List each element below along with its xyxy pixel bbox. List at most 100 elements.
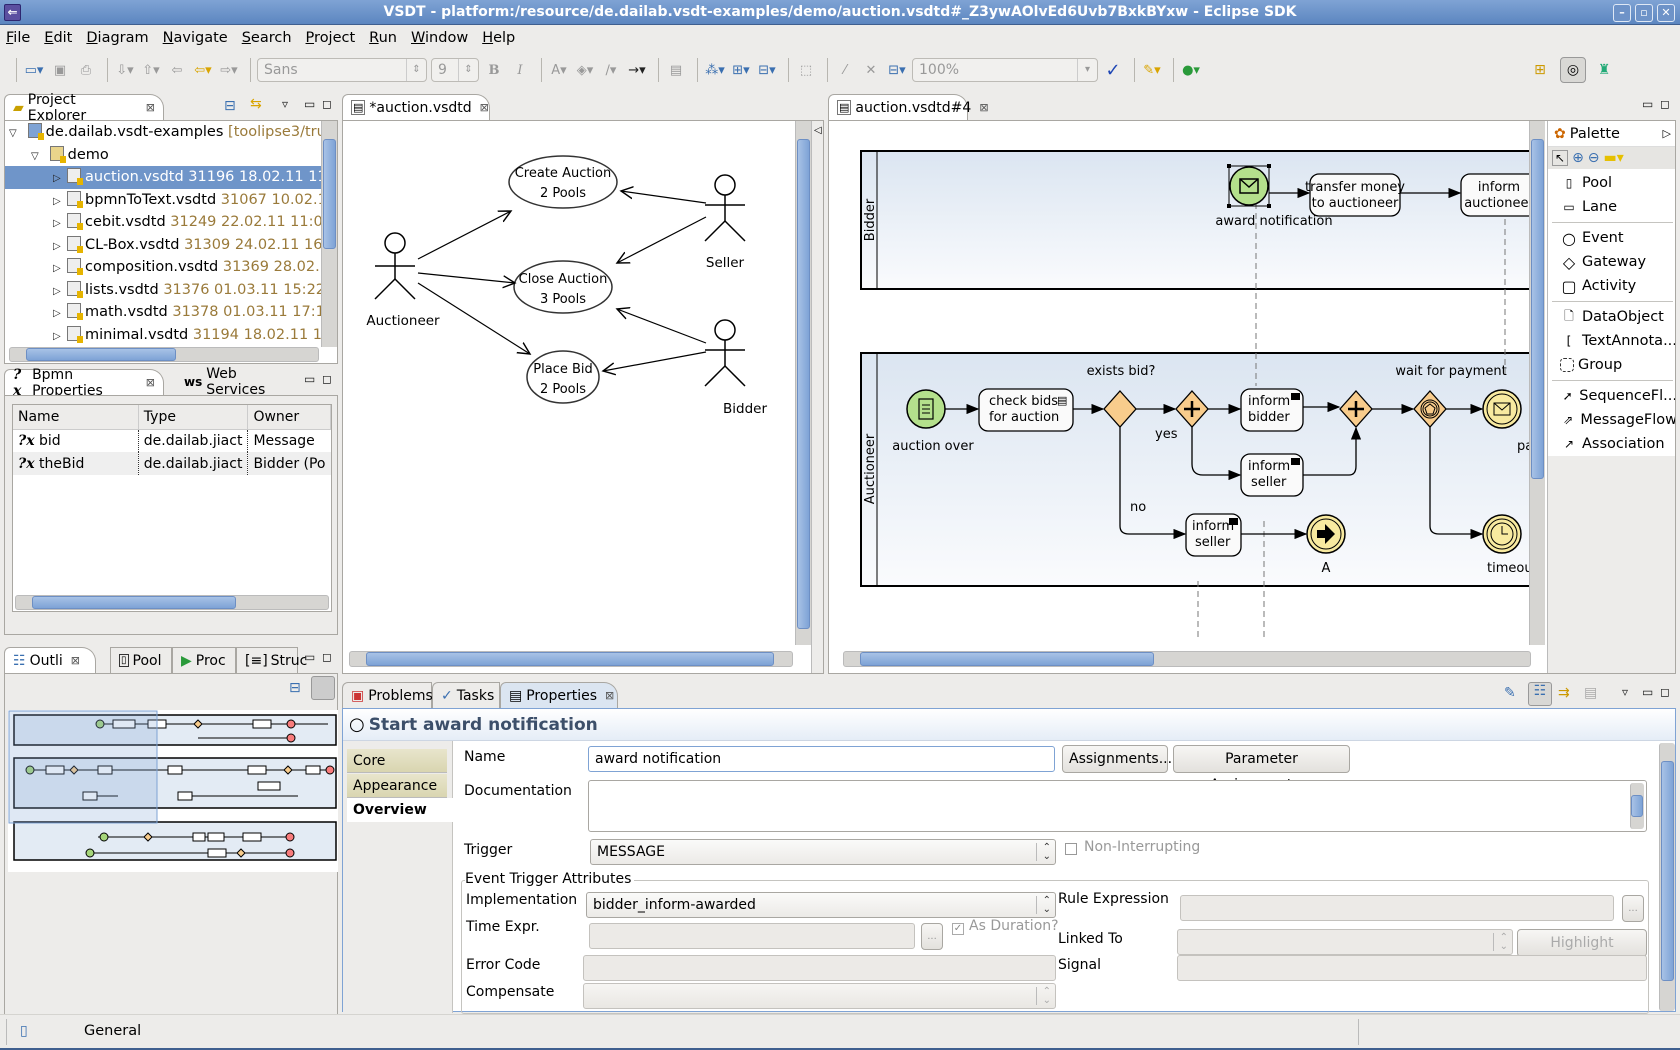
category-overview[interactable]: Overview bbox=[347, 798, 453, 822]
show-overview-icon[interactable] bbox=[311, 676, 335, 700]
palette-item-group[interactable]: Group bbox=[1548, 353, 1675, 377]
minimize-view-icon[interactable]: ▭ bbox=[304, 97, 315, 111]
close-icon[interactable]: ⊠ bbox=[146, 101, 155, 114]
collapse-all-icon[interactable]: ⊟ bbox=[224, 98, 236, 114]
auto-size-icon[interactable]: ⬚ bbox=[795, 59, 817, 81]
minimize-view-icon[interactable]: ▭ bbox=[304, 650, 315, 664]
zoom-out-icon[interactable]: ⊖ bbox=[1588, 150, 1600, 166]
column-header-type[interactable]: Type bbox=[138, 405, 249, 430]
view-menu-icon[interactable]: ▿ bbox=[282, 97, 288, 111]
name-input[interactable]: award notification bbox=[588, 746, 1055, 772]
palette-item-messageflow[interactable]: ⇗ MessageFlow bbox=[1548, 408, 1675, 432]
last-edit-location-icon[interactable]: ⇦ bbox=[166, 59, 188, 81]
tab-outline[interactable]: ☷ Outli ⊠ bbox=[4, 647, 96, 673]
scrollbar-thumb[interactable] bbox=[366, 652, 774, 666]
menu-search[interactable]: Search bbox=[242, 30, 292, 46]
linked-to-select[interactable]: ⌃ ⌄ bbox=[1177, 929, 1513, 955]
horizontal-scrollbar[interactable] bbox=[349, 651, 793, 667]
tab-process[interactable]: ▶ Proc bbox=[172, 647, 236, 673]
rule-expression-browse-button[interactable]: ... bbox=[1622, 895, 1644, 922]
router-icon[interactable]: ⊟▾ bbox=[886, 59, 908, 81]
twisty-collapsed-icon[interactable]: ▷ bbox=[53, 191, 67, 214]
tree-item-file[interactable]: ▷ cebit.vsdtd 31249 22.02.11 11:00 k bbox=[5, 211, 337, 234]
minimize-view-icon[interactable]: ▭ bbox=[1642, 97, 1653, 111]
compensate-select[interactable]: ⌃ ⌄ bbox=[583, 983, 1056, 1009]
java-perspective-icon[interactable]: ♜ bbox=[1592, 58, 1616, 82]
task-check-bids[interactable]: check bids for auction ▤ bbox=[978, 388, 1074, 432]
minimize-button[interactable]: – bbox=[1613, 4, 1631, 22]
scrollbar-thumb[interactable] bbox=[1531, 139, 1544, 479]
external-tools-icon[interactable]: ✎▾ bbox=[1141, 59, 1163, 81]
palette-item-lane[interactable]: ▭ Lane bbox=[1548, 195, 1675, 219]
bpmn-canvas[interactable]: Bidder Auctioneer award notification tra… bbox=[828, 120, 1676, 674]
tree-item-project[interactable]: ▽ de.dailab.vsdt-examples [toolipse3/tru… bbox=[5, 121, 337, 144]
close-icon[interactable]: ⊠ bbox=[480, 101, 489, 114]
horizontal-scrollbar[interactable] bbox=[843, 651, 1531, 667]
tab-pool[interactable]: ▯ Pool bbox=[110, 647, 172, 673]
menu-file[interactable]: File bbox=[6, 30, 30, 46]
minimize-view-icon[interactable]: ▭ bbox=[1642, 685, 1653, 699]
twisty-expanded-icon[interactable]: ▽ bbox=[9, 123, 23, 146]
error-code-input[interactable] bbox=[583, 955, 1056, 981]
bold-button[interactable]: B bbox=[483, 59, 505, 81]
palette-item-gateway[interactable]: ◇ Gateway bbox=[1548, 250, 1675, 274]
palette-item-textannotation[interactable]: [TextAnnota... bbox=[1548, 329, 1675, 353]
tree-item-file[interactable]: ▷ minimal.vsdtd 31194 18.02.11 10:4 bbox=[5, 324, 337, 347]
new-wizard-icon[interactable]: ▭▾ bbox=[23, 59, 45, 81]
tree-item-file[interactable]: ▷ CL-Box.vsdtd 31309 24.02.11 16:10 bbox=[5, 234, 337, 257]
show-advanced-icon[interactable]: ⇉ bbox=[1558, 685, 1570, 701]
non-interrupting-checkbox[interactable] bbox=[1065, 843, 1077, 855]
next-annotation-icon[interactable]: ⇩▾ bbox=[114, 59, 136, 81]
validate-icon[interactable]: ✓ bbox=[1102, 59, 1124, 81]
maximize-view-icon[interactable]: ◻ bbox=[322, 650, 332, 664]
line-color-icon[interactable]: ∕▾ bbox=[600, 59, 622, 81]
select-icon[interactable]: ⊞▾ bbox=[730, 59, 752, 81]
column-header-name[interactable]: Name bbox=[13, 405, 139, 430]
trigger-select[interactable]: MESSAGE ⌃ ⌄ bbox=[590, 839, 1056, 865]
tree-item-file[interactable]: ▷ bpmnToText.vsdtd 31067 10.02.11 1 bbox=[5, 189, 337, 212]
menu-edit[interactable]: Edit bbox=[44, 30, 72, 46]
font-color-icon[interactable]: A▾ bbox=[548, 59, 570, 81]
table-row[interactable]: ?x theBid de.dailab.jiact Bidder (Po bbox=[13, 452, 331, 475]
twisty-collapsed-icon[interactable]: ▷ bbox=[53, 303, 67, 326]
close-button[interactable]: ✕ bbox=[1657, 4, 1675, 22]
task-inform-auctioneer[interactable]: inform auctioneer bbox=[1460, 173, 1529, 217]
as-duration-checkbox[interactable]: ✓ bbox=[952, 923, 964, 935]
eclipse-app-icon[interactable]: ⇐ bbox=[4, 4, 21, 21]
align-icon[interactable]: ⊟▾ bbox=[756, 59, 778, 81]
pin-view-icon[interactable]: ✎ bbox=[1504, 685, 1516, 701]
palette-item-sequenceflow[interactable]: ➚ SequenceFl... bbox=[1548, 384, 1675, 408]
previous-annotation-icon[interactable]: ⇧▾ bbox=[140, 59, 162, 81]
tree-item-file[interactable]: ▷composition.vsdtd 31369 28.02.11 1 bbox=[5, 256, 337, 279]
restore-default-icon[interactable]: ▤ bbox=[1584, 685, 1597, 701]
tab-properties[interactable]: ▤ Properties ⊠ bbox=[500, 682, 618, 708]
horizontal-scrollbar[interactable] bbox=[15, 595, 329, 610]
tab-project-explorer[interactable]: ▰ Project Explorer ⊠ bbox=[4, 92, 164, 124]
zoom-in-icon[interactable]: ⊕ bbox=[1572, 150, 1584, 166]
vertical-scrollbar[interactable] bbox=[1659, 743, 1675, 1011]
highlight-opposite-button[interactable]: Highlight Opposite bbox=[1517, 929, 1647, 977]
fast-view-icon[interactable]: ▯ bbox=[20, 1023, 28, 1039]
view-menu-icon[interactable]: ▿ bbox=[1622, 685, 1628, 699]
vertical-scrollbar[interactable] bbox=[321, 121, 337, 347]
menu-window[interactable]: Window bbox=[411, 30, 468, 46]
close-icon[interactable]: ⊠ bbox=[146, 376, 155, 389]
tree-item-file[interactable]: ▷ lists.vsdtd 31376 01.03.11 15:22 ku bbox=[5, 279, 337, 302]
horizontal-scrollbar[interactable] bbox=[9, 347, 319, 362]
font-family-combo[interactable]: Sans ⇕ bbox=[257, 58, 427, 82]
time-expr-browse-button[interactable]: ... bbox=[921, 923, 943, 950]
palette-collapsed-strip[interactable]: ◁ bbox=[811, 121, 823, 673]
menu-help[interactable]: Help bbox=[482, 30, 515, 46]
print-icon[interactable]: ⎙ bbox=[75, 59, 97, 81]
scrollbar-thumb[interactable] bbox=[1661, 761, 1674, 981]
palette-item-dataobject[interactable]: 🗋 DataObject bbox=[1548, 305, 1675, 329]
twisty-collapsed-icon[interactable]: ▷ bbox=[53, 258, 67, 281]
scrollbar-thumb[interactable] bbox=[323, 139, 336, 249]
twisty-collapsed-icon[interactable]: ▷ bbox=[53, 326, 67, 349]
close-icon[interactable]: ⊠ bbox=[605, 689, 614, 702]
expand-palette-icon[interactable]: ◁ bbox=[814, 125, 822, 136]
vertical-scrollbar[interactable] bbox=[1529, 121, 1545, 645]
tree-item-file[interactable]: ▷ auction.vsdtd 31196 18.02.11 11:46 bbox=[5, 166, 337, 189]
scrollbar-thumb[interactable] bbox=[32, 596, 236, 609]
show-tree-icon[interactable]: ⊟ bbox=[289, 680, 301, 696]
